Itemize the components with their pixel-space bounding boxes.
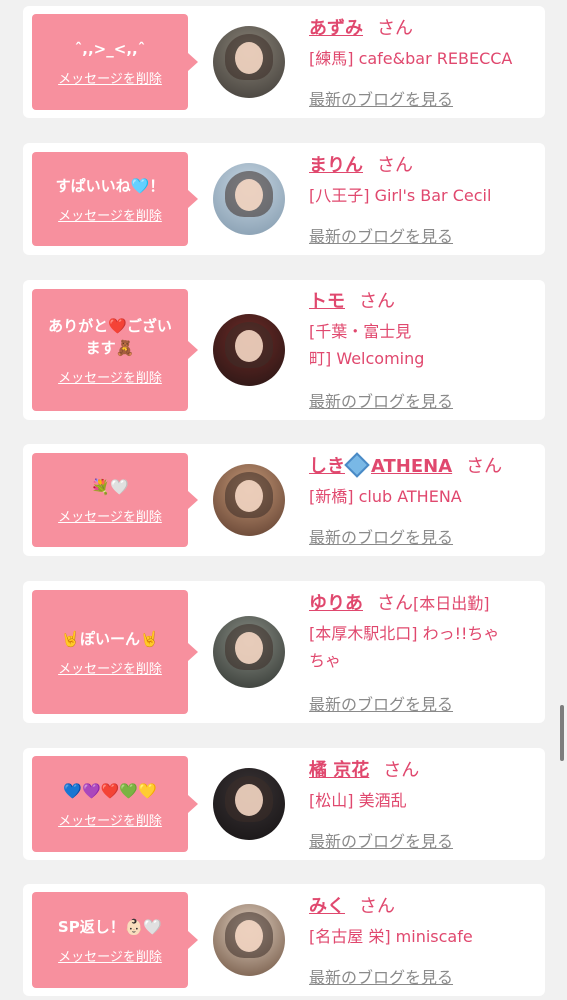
delete-message-link[interactable]: メッセージを削除 xyxy=(58,946,162,965)
cast-name-link[interactable]: しき ATHENA xyxy=(309,452,453,478)
cast-info: しき ATHENA さん [新橋] club ATHENA xyxy=(309,452,541,510)
cast-name-link[interactable]: トモ xyxy=(309,291,345,312)
message-card: ありがと❤️ござい ます🧸 メッセージを削除 トモ さん [千葉・富士見 町] W… xyxy=(23,280,545,420)
cast-name-link[interactable]: あずみ xyxy=(309,18,363,39)
attendance-status: [本日出勤] xyxy=(413,594,490,613)
message-bubble: 💙💜❤️💚💛 メッセージを削除 xyxy=(32,756,198,852)
delete-message-link[interactable]: メッセージを削除 xyxy=(58,810,162,829)
message-text: ありがと❤️ござい ます🧸 xyxy=(48,316,172,357)
message-text: 🤘ぽいーん🤘 xyxy=(61,629,159,648)
shop-label: [八王子] Girl's Bar Cecil xyxy=(309,186,492,205)
latest-blog-link[interactable]: 最新のブログを見る xyxy=(309,524,453,548)
honorific: さん xyxy=(383,760,420,781)
cast-info: 橘 京花 さん [松山] 美酒乱 xyxy=(309,758,541,814)
cast-info: あずみ さん [練馬] cafe&bar REBECCA xyxy=(309,16,541,72)
message-bubble: すぱいいね🩵！ メッセージを削除 xyxy=(32,152,198,246)
message-text: SP返し！👶🏻🤍 xyxy=(57,917,163,936)
avatar[interactable] xyxy=(213,616,285,688)
cast-name-suffix: ATHENA xyxy=(371,456,453,477)
cast-name-link[interactable]: 橘 京花 xyxy=(309,760,369,781)
message-bubble: SP返し！👶🏻🤍 メッセージを削除 xyxy=(32,892,198,988)
cast-info: ゆりあ さん[本日出勤] [本厚木駅北口] わっ!!ちゃ ちゃ xyxy=(309,591,541,674)
message-bubble: ˆ,,>_<,,ˆ メッセージを削除 xyxy=(32,14,198,110)
message-card: すぱいいね🩵！ メッセージを削除 まりん さん [八王子] Girl's Bar … xyxy=(23,143,545,255)
shop-label: [本厚木駅北口] わっ!!ちゃ ちゃ xyxy=(309,624,500,670)
latest-blog-link[interactable]: 最新のブログを見る xyxy=(309,964,453,988)
latest-blog-link[interactable]: 最新のブログを見る xyxy=(309,828,453,852)
honorific: さん xyxy=(377,18,413,39)
message-card: SP返し！👶🏻🤍 メッセージを削除 みく さん [名古屋 栄] miniscafe… xyxy=(23,884,545,996)
message-text: ˆ,,>_<,,ˆ xyxy=(74,39,146,58)
message-feed: ˆ,,>_<,,ˆ メッセージを削除 あずみ さん [練馬] cafe&bar R… xyxy=(0,0,567,1000)
cast-name-text: しき xyxy=(309,456,345,477)
delete-message-link[interactable]: メッセージを削除 xyxy=(58,506,162,525)
latest-blog-link[interactable]: 最新のブログを見る xyxy=(309,691,453,715)
honorific: さん xyxy=(359,896,395,917)
cast-name-link[interactable]: まりん xyxy=(309,155,363,176)
avatar[interactable] xyxy=(213,163,285,235)
honorific: さん xyxy=(466,456,503,477)
cast-info: みく さん [名古屋 栄] miniscafe xyxy=(309,894,541,950)
shop-label: [松山] 美酒乱 xyxy=(309,791,407,810)
latest-blog-link[interactable]: 最新のブログを見る xyxy=(309,388,453,412)
avatar[interactable] xyxy=(213,464,285,536)
cast-info: まりん さん [八王子] Girl's Bar Cecil xyxy=(309,153,541,209)
honorific: さん xyxy=(359,291,395,312)
message-card: 💙💜❤️💚💛 メッセージを削除 橘 京花 さん [松山] 美酒乱 最新のブログを見… xyxy=(23,748,545,860)
message-card: 💐🤍 メッセージを削除 しき ATHENA さん [新橋] club ATHENA … xyxy=(23,444,545,556)
honorific: さん xyxy=(377,593,413,614)
latest-blog-link[interactable]: 最新のブログを見る xyxy=(309,86,453,110)
diamond-icon xyxy=(344,452,370,478)
message-bubble: 💐🤍 メッセージを削除 xyxy=(32,453,198,547)
delete-message-link[interactable]: メッセージを削除 xyxy=(58,658,162,677)
message-text: すぱいいね🩵！ xyxy=(55,176,165,195)
scrollbar[interactable] xyxy=(560,705,564,761)
message-text: 💙💜❤️💚💛 xyxy=(63,781,157,800)
message-card: 🤘ぽいーん🤘 メッセージを削除 ゆりあ さん[本日出勤] [本厚木駅北口] わっ!… xyxy=(23,581,545,723)
message-card: ˆ,,>_<,,ˆ メッセージを削除 あずみ さん [練馬] cafe&bar R… xyxy=(23,6,545,118)
shop-label: [新橋] club ATHENA xyxy=(309,487,462,506)
shop-label: [名古屋 栄] miniscafe xyxy=(309,927,473,946)
message-bubble: ありがと❤️ござい ます🧸 メッセージを削除 xyxy=(32,289,198,411)
message-bubble: 🤘ぽいーん🤘 メッセージを削除 xyxy=(32,590,198,714)
avatar[interactable] xyxy=(213,904,285,976)
avatar[interactable] xyxy=(213,26,285,98)
delete-message-link[interactable]: メッセージを削除 xyxy=(58,205,162,224)
shop-label: [練馬] cafe&bar REBECCA xyxy=(309,49,513,68)
avatar[interactable] xyxy=(213,314,285,386)
delete-message-link[interactable]: メッセージを削除 xyxy=(58,367,162,386)
cast-info: トモ さん [千葉・富士見 町] Welcoming xyxy=(309,289,541,372)
cast-name-link[interactable]: ゆりあ xyxy=(309,593,363,614)
honorific: さん xyxy=(377,155,413,176)
avatar[interactable] xyxy=(213,768,285,840)
delete-message-link[interactable]: メッセージを削除 xyxy=(58,68,162,87)
message-text: 💐🤍 xyxy=(91,477,129,496)
cast-name-link[interactable]: みく xyxy=(309,896,345,917)
latest-blog-link[interactable]: 最新のブログを見る xyxy=(309,223,453,247)
shop-label: [千葉・富士見 町] Welcoming xyxy=(309,322,425,368)
